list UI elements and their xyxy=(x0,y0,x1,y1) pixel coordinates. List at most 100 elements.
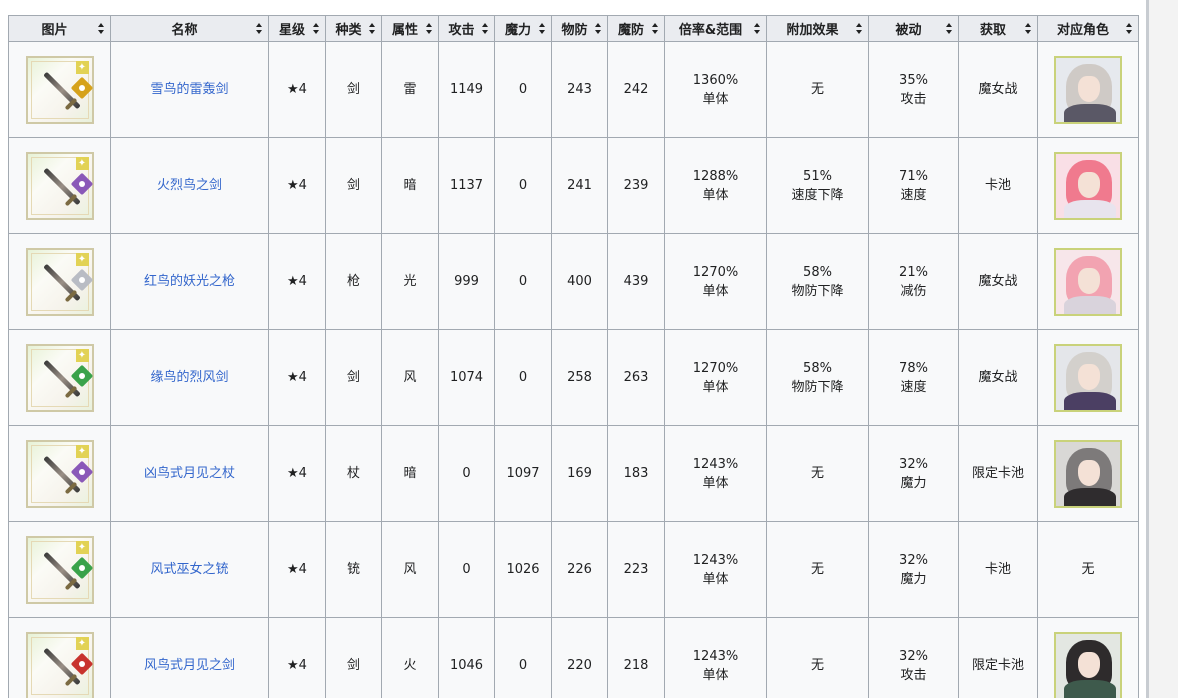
kind-cell: 铳 xyxy=(325,521,382,618)
weapon-icon[interactable]: ✦ xyxy=(25,535,94,604)
effect-cell: 51% 速度下降 xyxy=(766,137,869,234)
passive-desc: 速度 xyxy=(900,379,927,395)
character-cell xyxy=(1037,41,1139,138)
weapon-name-link[interactable]: 雪鸟的雷轰剑 xyxy=(150,82,228,97)
atk-cell: 999 xyxy=(438,233,495,330)
mag-cell: 0 xyxy=(494,233,552,330)
weapon-name-cell: 红鸟的妖光之枪 xyxy=(110,233,269,330)
sort-icon[interactable] xyxy=(426,23,432,34)
pdef-cell: 258 xyxy=(551,329,608,426)
sort-icon[interactable] xyxy=(313,23,319,34)
header-label: 被动 xyxy=(895,23,922,38)
sort-icon[interactable] xyxy=(946,23,952,34)
header-col-rate[interactable]: 倍率&范围 xyxy=(664,15,767,42)
rate-value: 1288% xyxy=(692,168,739,184)
weapon-image-cell: ✦ xyxy=(8,329,111,426)
rate-value: 1270% xyxy=(692,360,739,376)
sort-icon[interactable] xyxy=(482,23,488,34)
table-row: ✦ 红鸟的妖光之枪 ★4 枪光 999 0 400 439 1270% 单体 58% 物防下降 21% 减… xyxy=(8,233,1139,330)
character-portrait[interactable] xyxy=(1054,631,1122,698)
header-label: 对应角色 xyxy=(1056,23,1109,38)
header-label: 图片 xyxy=(41,23,68,38)
character-portrait[interactable] xyxy=(1054,151,1122,220)
star-cell: ★4 xyxy=(268,137,326,234)
header-col-obtain[interactable]: 获取 xyxy=(958,15,1038,42)
sort-icon[interactable] xyxy=(369,23,375,34)
attr-cell: 暗 xyxy=(381,425,439,522)
character-cell xyxy=(1037,329,1139,426)
rarity-star-icon: ✦ xyxy=(75,636,89,650)
effect-cell: 无 xyxy=(766,617,869,698)
rarity-star-icon: ✦ xyxy=(75,444,89,458)
rate-value: 1243% xyxy=(692,456,739,472)
rate-cell: 1360% 单体 xyxy=(664,41,767,138)
character-cell: 无 xyxy=(1037,521,1139,618)
weapon-name-link[interactable]: 红鸟的妖光之枪 xyxy=(144,274,235,289)
passive-cell: 32% 攻击 xyxy=(868,617,959,698)
header-col-mag[interactable]: 魔力 xyxy=(494,15,552,42)
weapon-icon[interactable]: ✦ xyxy=(25,343,94,412)
header-col-effect[interactable]: 附加效果 xyxy=(766,15,869,42)
kind-cell: 杖 xyxy=(325,425,382,522)
effect-cell: 58% 物防下降 xyxy=(766,329,869,426)
scrollbar[interactable] xyxy=(1146,0,1178,698)
pdef-cell: 226 xyxy=(551,521,608,618)
weapon-icon[interactable]: ✦ xyxy=(25,151,94,220)
weapon-name-cell: 风鸟式月见之剑 xyxy=(110,617,269,698)
weapon-icon[interactable]: ✦ xyxy=(25,247,94,316)
weapon-name-link[interactable]: 风式巫女之铳 xyxy=(150,562,228,577)
sort-icon[interactable] xyxy=(1126,23,1132,34)
sort-icon[interactable] xyxy=(856,23,862,34)
attr-cell: 雷 xyxy=(381,41,439,138)
table-row: ✦ 凶鸟式月见之杖 ★4 杖暗 0 1097 169 183 1243% 单体 无 32% 魔力 限定卡池 xyxy=(8,425,1139,522)
obtain-cell: 卡池 xyxy=(958,521,1038,618)
effect-value: 无 xyxy=(810,562,824,577)
weapon-name-link[interactable]: 凶鸟式月见之杖 xyxy=(144,466,235,481)
sort-icon[interactable] xyxy=(1025,23,1031,34)
weapon-icon[interactable]: ✦ xyxy=(25,439,94,508)
rate-desc: 单体 xyxy=(702,187,729,203)
weapon-name-link[interactable]: 风鸟式月见之剑 xyxy=(144,658,235,673)
header-col-name[interactable]: 名称 xyxy=(110,15,269,42)
rate-value: 1270% xyxy=(692,264,739,280)
obtain-cell: 限定卡池 xyxy=(958,425,1038,522)
character-portrait[interactable] xyxy=(1054,247,1122,316)
rate-value: 1243% xyxy=(692,552,739,568)
passive-desc: 魔力 xyxy=(900,475,927,491)
star-cell: ★4 xyxy=(268,41,326,138)
sort-icon[interactable] xyxy=(539,23,545,34)
sort-icon[interactable] xyxy=(98,23,104,34)
rate-desc: 单体 xyxy=(702,667,729,683)
passive-cell: 71% 速度 xyxy=(868,137,959,234)
weapon-image-cell: ✦ xyxy=(8,41,111,138)
weapon-image-cell: ✦ xyxy=(8,233,111,330)
weapon-name-link[interactable]: 火烈鸟之剑 xyxy=(157,178,222,193)
passive-cell: 21% 减伤 xyxy=(868,233,959,330)
character-portrait[interactable] xyxy=(1054,55,1122,124)
header-col-character[interactable]: 对应角色 xyxy=(1037,15,1139,42)
header-col-attr[interactable]: 属性 xyxy=(381,15,439,42)
sort-icon[interactable] xyxy=(595,23,601,34)
mag-cell: 1026 xyxy=(494,521,552,618)
header-col-star[interactable]: 星级 xyxy=(268,15,326,42)
sort-icon[interactable] xyxy=(754,23,760,34)
header-label: 附加效果 xyxy=(786,23,839,38)
sort-icon[interactable] xyxy=(256,23,262,34)
mag-cell: 0 xyxy=(494,329,552,426)
header-col-atk[interactable]: 攻击 xyxy=(438,15,495,42)
weapon-icon[interactable]: ✦ xyxy=(25,55,94,124)
attr-cell: 光 xyxy=(381,233,439,330)
header-col-mdef[interactable]: 魔防 xyxy=(607,15,665,42)
character-portrait[interactable] xyxy=(1054,439,1122,508)
header-col-pdef[interactable]: 物防 xyxy=(551,15,608,42)
weapon-icon[interactable]: ✦ xyxy=(25,631,94,698)
character-portrait[interactable] xyxy=(1054,343,1122,412)
kind-cell: 枪 xyxy=(325,233,382,330)
header-col-image[interactable]: 图片 xyxy=(8,15,111,42)
header-col-passive[interactable]: 被动 xyxy=(868,15,959,42)
header-col-kind[interactable]: 种类 xyxy=(325,15,382,42)
sort-icon[interactable] xyxy=(652,23,658,34)
passive-desc: 攻击 xyxy=(900,91,927,107)
weapon-name-link[interactable]: 缘鸟的烈风剑 xyxy=(150,370,228,385)
mag-cell: 1097 xyxy=(494,425,552,522)
